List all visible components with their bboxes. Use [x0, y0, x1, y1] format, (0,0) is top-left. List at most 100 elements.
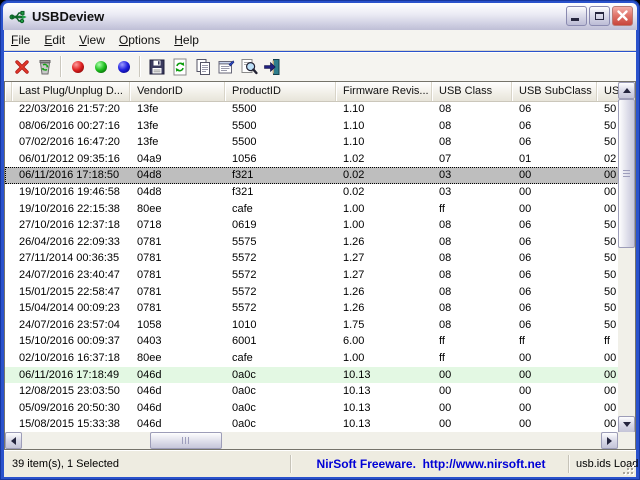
usb-plug-icon [9, 8, 27, 26]
find-button[interactable] [237, 55, 260, 79]
vertical-scrollbar[interactable] [618, 82, 635, 433]
column-header[interactable]: VendorID [130, 82, 225, 101]
properties-button[interactable] [214, 55, 237, 79]
cell: 12/08/2015 23:03:50 [12, 383, 130, 400]
cell: 1056 [225, 151, 336, 168]
header-stub [5, 82, 12, 101]
cell: 22/03/2016 21:57:20 [12, 101, 130, 118]
cell: 0a0c [225, 383, 336, 400]
cell: f321 [225, 184, 336, 201]
table-row[interactable]: 06/11/2016 17:18:5004d8f3210.02030000 [5, 167, 635, 184]
table-row[interactable]: 24/07/2016 23:40:47078155721.27080650 [5, 267, 635, 284]
menu-item-view[interactable]: View [72, 31, 112, 49]
menu-item-help[interactable]: Help [167, 31, 206, 49]
cell: 06 [512, 267, 597, 284]
table-row[interactable]: 27/10/2016 12:37:18071806191.00080650 [5, 217, 635, 234]
scroll-down-button[interactable] [618, 416, 635, 433]
table-row[interactable]: 27/11/2014 00:36:35078155721.27080650 [5, 250, 635, 267]
table-row[interactable]: 12/08/2015 23:03:50046d0a0c10.13000000 [5, 383, 635, 400]
column-header[interactable]: Firmware Revis... [336, 82, 432, 101]
cell: 1.10 [336, 118, 432, 135]
green-ball-button[interactable] [89, 55, 112, 79]
row-spacer [5, 317, 12, 334]
table-row[interactable]: 05/09/2016 20:50:30046d0a0c10.13000000 [5, 400, 635, 417]
green-ball-icon [95, 61, 107, 73]
cell: 08 [432, 317, 512, 334]
cell: 5572 [225, 300, 336, 317]
cell: 1.00 [336, 350, 432, 367]
uninstall-button[interactable] [33, 55, 56, 79]
minimize-button[interactable] [566, 6, 587, 26]
row-spacer [5, 234, 12, 251]
cell: 046d [130, 416, 225, 432]
row-spacer [5, 101, 12, 118]
cell: 1.10 [336, 134, 432, 151]
cell: 19/10/2016 19:46:58 [12, 184, 130, 201]
table-row[interactable]: 02/10/2016 16:37:1880eecafe1.00ff0000 [5, 350, 635, 367]
row-spacer [5, 134, 12, 151]
cell: 07/02/2016 16:47:20 [12, 134, 130, 151]
column-header[interactable]: USB Class [432, 82, 512, 101]
close-x-icon [613, 7, 632, 25]
resize-grip-icon[interactable] [623, 464, 633, 474]
cell: ff [512, 333, 597, 350]
table-row[interactable]: 06/01/2012 09:35:1604a910561.02070102 [5, 151, 635, 168]
table-row[interactable]: 19/10/2016 19:46:5804d8f3210.02030000 [5, 184, 635, 201]
menu-item-options[interactable]: Options [112, 31, 167, 49]
maximize-button[interactable] [589, 6, 610, 26]
table-row[interactable]: 15/01/2015 22:58:47078155721.26080650 [5, 284, 635, 301]
row-spacer [5, 217, 12, 234]
row-spacer [5, 350, 12, 367]
column-header[interactable]: Last Plug/Unplug D... [12, 82, 130, 101]
horizontal-scrollbar[interactable] [5, 432, 618, 449]
cell: ff [432, 350, 512, 367]
table-row[interactable]: 15/10/2016 00:09:37040360016.00ffffff [5, 333, 635, 350]
row-spacer [5, 184, 12, 201]
blue-ball-button[interactable] [112, 55, 135, 79]
table-row[interactable]: 24/07/2016 23:57:04105810101.75080650 [5, 317, 635, 334]
scroll-left-button[interactable] [5, 432, 22, 449]
refresh-button[interactable] [168, 55, 191, 79]
copy-button[interactable] [191, 55, 214, 79]
table-row[interactable]: 07/02/2016 16:47:2013fe55001.10080650 [5, 134, 635, 151]
scroll-up-button[interactable] [618, 82, 635, 99]
cell: 08 [432, 234, 512, 251]
row-spacer [5, 167, 12, 184]
device-list: Last Plug/Unplug D... VendorID ProductID… [4, 81, 636, 450]
delete-button[interactable] [10, 55, 33, 79]
v-scroll-thumb[interactable] [618, 99, 635, 248]
row-spacer [5, 333, 12, 350]
menu-item-edit[interactable]: Edit [37, 31, 72, 49]
row-spacer [5, 201, 12, 218]
status-nirsoft-text: NirSoft Freeware. http://www.nirsoft.net [294, 457, 568, 471]
column-header[interactable]: ProductID [225, 82, 336, 101]
exit-button[interactable] [260, 55, 283, 79]
cell: 00 [512, 350, 597, 367]
h-scroll-thumb[interactable] [150, 432, 222, 449]
cell: 5500 [225, 118, 336, 135]
table-row[interactable]: 15/04/2014 00:09:23078155721.26080650 [5, 300, 635, 317]
column-header[interactable]: USB SubClass [512, 82, 597, 101]
cell: 80ee [130, 201, 225, 218]
table-row[interactable]: 15/08/2015 15:33:38046d0a0c10.13000000 [5, 416, 635, 432]
table-row[interactable]: 26/04/2016 22:09:33078155751.26080650 [5, 234, 635, 251]
scroll-right-button[interactable] [601, 432, 618, 449]
save-button[interactable] [145, 55, 168, 79]
cell: 03 [432, 184, 512, 201]
red-ball-button[interactable] [66, 55, 89, 79]
table-row[interactable]: 22/03/2016 21:57:2013fe55001.10080650 [5, 101, 635, 118]
cell: 24/07/2016 23:40:47 [12, 267, 130, 284]
cell: 06 [512, 317, 597, 334]
table-row[interactable]: 08/06/2016 00:27:1613fe55001.10080650 [5, 118, 635, 135]
table-row[interactable]: 06/11/2016 17:18:49046d0a0c10.13000000 [5, 367, 635, 384]
floppy-save-icon [148, 58, 166, 76]
red-ball-icon [72, 61, 84, 73]
toolbar [4, 52, 636, 81]
title-bar[interactable]: USBDeview [3, 3, 637, 30]
menu-item-file[interactable]: File [4, 31, 37, 49]
cell: 046d [130, 367, 225, 384]
cell: 00 [512, 184, 597, 201]
table-row[interactable]: 19/10/2016 22:15:3880eecafe1.00ff0000 [5, 201, 635, 218]
close-button[interactable] [612, 6, 633, 26]
cell: 15/01/2015 22:58:47 [12, 284, 130, 301]
